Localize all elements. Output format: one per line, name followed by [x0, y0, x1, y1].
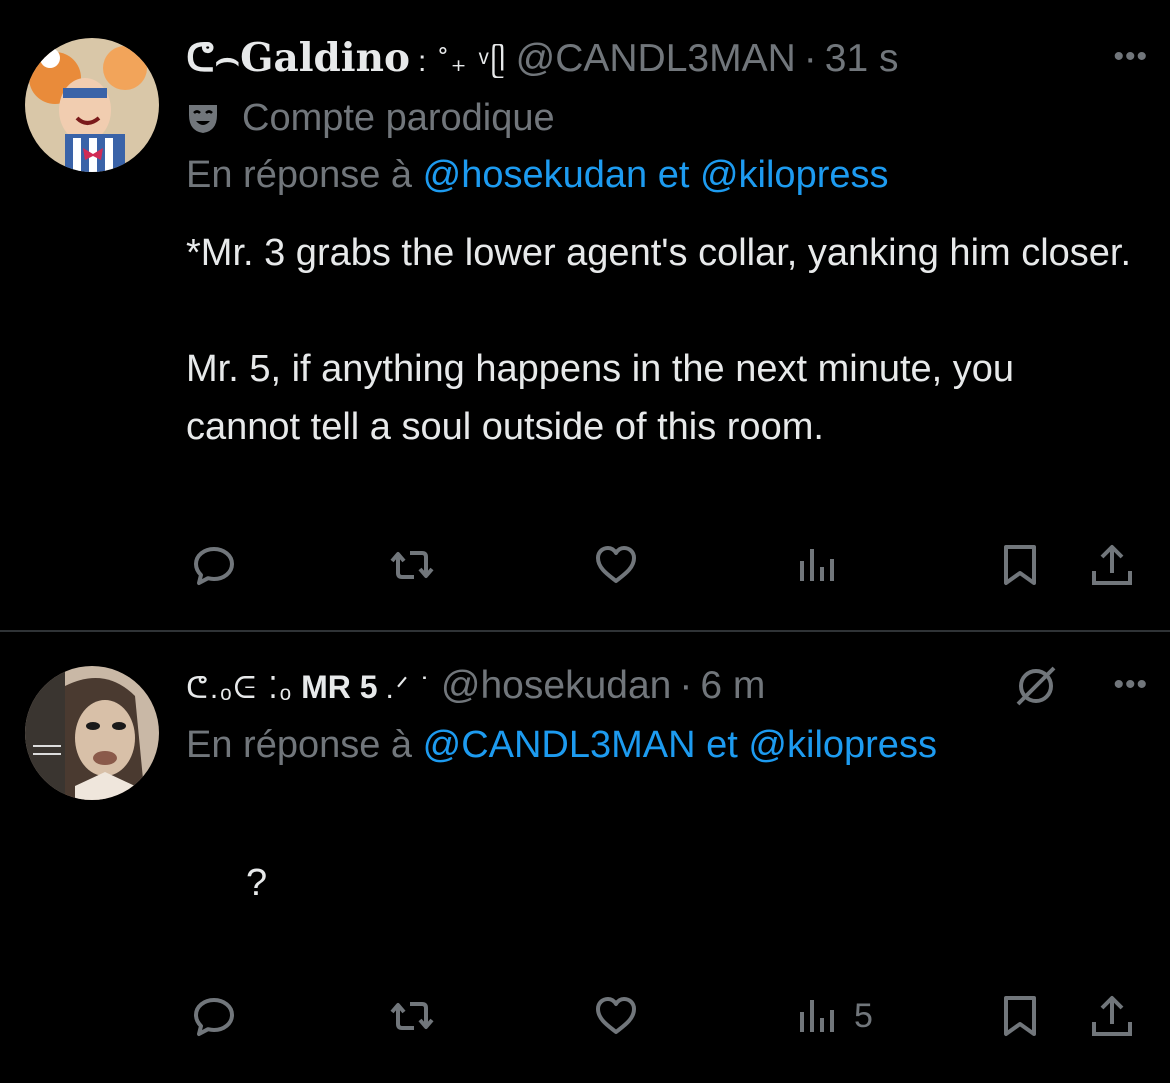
- reply-prefix: En réponse à: [186, 154, 413, 196]
- more-options-icon[interactable]: •••: [1113, 668, 1148, 702]
- avatar-mr5-image: [25, 666, 159, 800]
- separator-dot: ·: [679, 664, 693, 707]
- timestamp[interactable]: 6 m: [700, 662, 765, 710]
- mention-link-2[interactable]: @kilopress: [748, 724, 937, 766]
- retweet-button[interactable]: [388, 992, 436, 1040]
- reply-button[interactable]: [190, 992, 238, 1040]
- user-handle[interactable]: @hosekudan: [441, 662, 671, 710]
- views-button[interactable]: [794, 541, 854, 589]
- bookmark-icon: [1004, 996, 1036, 1036]
- separator-dot: ·: [803, 37, 817, 80]
- views-count: 5: [854, 996, 873, 1035]
- retweet-icon: [390, 1002, 434, 1030]
- avatar-galdino-image: [25, 38, 159, 172]
- action-bar: [186, 541, 1146, 589]
- name-prefix: ᕦ.ₒᕮ ⁚ₒ: [186, 672, 294, 705]
- like-icon: [596, 997, 636, 1034]
- name-text: Galdino: [240, 35, 410, 81]
- reply-prefix: En réponse à: [186, 724, 413, 766]
- mention-and: et: [706, 724, 738, 766]
- bookmark-button[interactable]: [996, 992, 1044, 1040]
- retweet-button[interactable]: [388, 541, 436, 589]
- tweet-galdino[interactable]: ᕦ⌢Galdino : ˚₊ ᵛᥫ @CANDL3MAN · 31 s ••• …: [0, 0, 1170, 630]
- views-icon: [800, 549, 834, 581]
- avatar-galdino[interactable]: [25, 38, 159, 172]
- name-decoration: .ᐟ ˙: [385, 672, 433, 705]
- name-prefix: ᕦ⌢: [186, 35, 241, 81]
- tweet-mr5[interactable]: ᕦ.ₒᕮ ⁚ₒ MR 5 .ᐟ ˙ @hosekudan · 6 m ••• E…: [0, 632, 1170, 1083]
- parody-text: Compte parodique: [242, 96, 555, 139]
- reply-context: En réponse à @CANDL3MAN et @kilopress: [186, 724, 937, 767]
- display-name[interactable]: ᕦ⌢Galdino: [186, 34, 410, 82]
- avatar-mr5[interactable]: [25, 666, 159, 800]
- timestamp[interactable]: 31 s: [825, 35, 899, 83]
- bookmark-button[interactable]: [996, 541, 1044, 589]
- reply-button[interactable]: [190, 541, 238, 589]
- name-decoration: : ˚₊ ᵛᥫ: [418, 45, 508, 78]
- action-bar: 5: [186, 992, 1146, 1040]
- like-button[interactable]: [592, 541, 640, 589]
- mention-link-1[interactable]: @hosekudan: [423, 154, 648, 196]
- views-button[interactable]: 5: [794, 992, 873, 1040]
- share-icon: [1092, 996, 1132, 1036]
- bookmark-icon: [1004, 545, 1036, 585]
- mention-and: et: [657, 154, 690, 196]
- tweet-text: ?: [246, 862, 268, 904]
- mention-link-1[interactable]: @CANDL3MAN: [423, 724, 696, 766]
- reply-icon: [194, 547, 234, 585]
- views-icon: [800, 1000, 834, 1032]
- mention-link-2[interactable]: @kilopress: [700, 154, 889, 196]
- more-options-icon[interactable]: •••: [1113, 40, 1148, 74]
- tweet-text: *Mr. 3 grabs the lower agent's collar, y…: [186, 232, 1132, 448]
- share-button[interactable]: [1088, 992, 1136, 1040]
- retweet-icon: [390, 551, 434, 579]
- display-name[interactable]: MR 5: [301, 663, 377, 711]
- share-icon: [1092, 545, 1132, 585]
- like-icon: [596, 546, 636, 583]
- like-button[interactable]: [592, 992, 640, 1040]
- tweet-header: ᕦ⌢Galdino : ˚₊ ᵛᥫ @CANDL3MAN · 31 s: [186, 34, 899, 86]
- user-handle[interactable]: @CANDL3MAN: [516, 35, 796, 83]
- parody-label: Compte parodique: [186, 94, 555, 142]
- theater-mask-icon: [189, 105, 217, 133]
- reply-icon: [194, 998, 234, 1036]
- reply-context: En réponse à @hosekudan et @kilopress: [186, 154, 888, 197]
- share-button[interactable]: [1088, 541, 1136, 589]
- grok-icon[interactable]: [1014, 664, 1058, 708]
- tweet-header: ᕦ.ₒᕮ ⁚ₒ MR 5 .ᐟ ˙ @hosekudan · 6 m: [186, 662, 765, 713]
